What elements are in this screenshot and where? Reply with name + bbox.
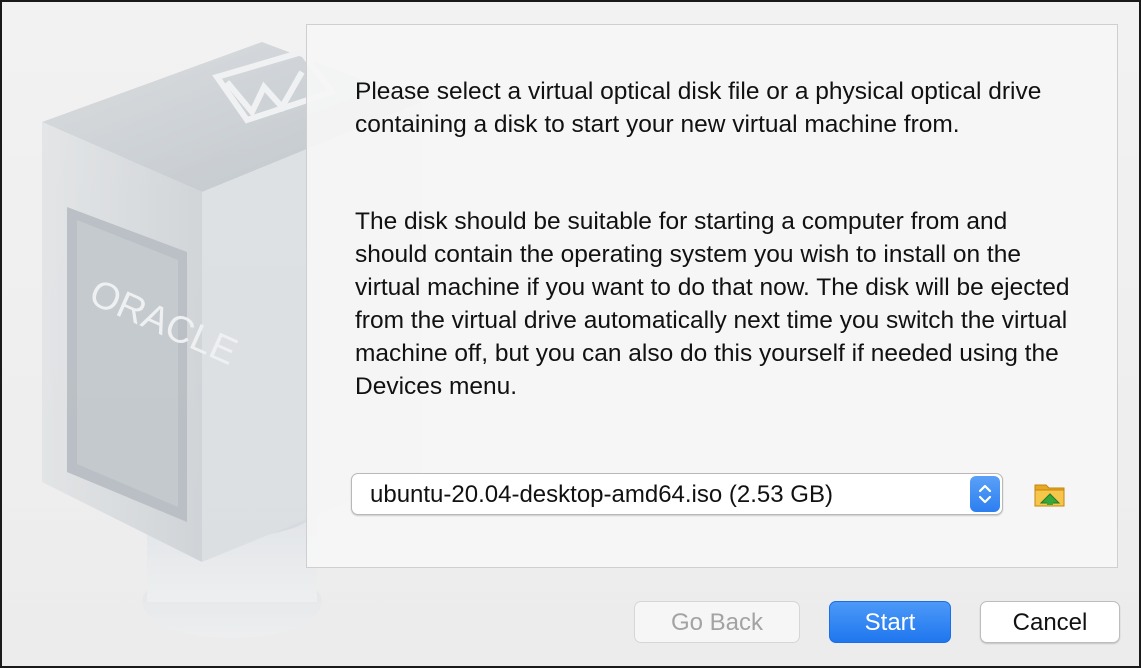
choose-disk-file-button[interactable]	[1033, 477, 1067, 511]
instruction-paragraph: Please select a virtual optical disk fil…	[355, 78, 1042, 138]
content-panel: Please select a virtual optical disk fil…	[306, 24, 1118, 568]
go-back-button[interactable]: Go Back	[634, 601, 800, 643]
folder-icon	[1034, 484, 1065, 507]
disk-select-dropdown[interactable]: ubuntu-20.04-desktop-amd64.iso (2.53 GB)	[351, 473, 1003, 515]
up-down-chevron-icon[interactable]	[970, 476, 1000, 512]
disk-select-value: ubuntu-20.04-desktop-amd64.iso (2.53 GB)	[370, 481, 833, 508]
dialog-window: ORACLE Please select a virtual optical d…	[0, 0, 1141, 668]
cancel-button[interactable]: Cancel	[980, 601, 1120, 643]
start-button[interactable]: Start	[829, 601, 951, 643]
disk-info-paragraph: The disk should be suitable for starting…	[355, 208, 1070, 400]
